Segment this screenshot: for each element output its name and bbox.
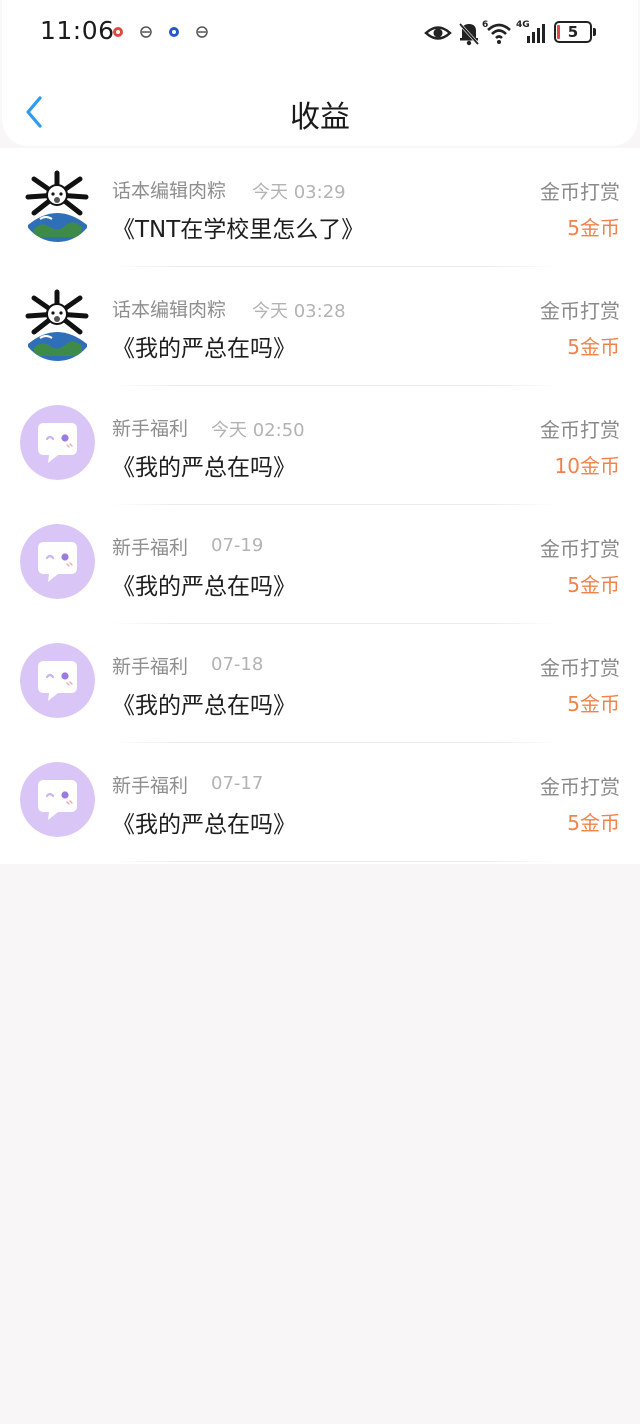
eye-icon <box>424 26 452 40</box>
earning-type: 金币打赏 <box>540 775 620 799</box>
chat-bubble-avatar <box>20 762 95 837</box>
earning-source: 新手福利 <box>112 775 189 797</box>
earning-row[interactable]: 话本编辑肉粽 今天 03:28 《我的严总在吗》 金币打赏 5金币 <box>0 267 640 386</box>
earning-row[interactable]: 新手福利 07-18 《我的严总在吗》 金币打赏 5金币 <box>0 624 640 743</box>
battery-icon: 5 <box>554 21 592 43</box>
chat-bubble-avatar <box>20 643 95 718</box>
page-title: 收益 <box>290 100 350 135</box>
chat-bubble-avatar <box>20 524 95 599</box>
status-bar: 11:06 6 4G 5 <box>0 0 640 66</box>
signal-icon <box>527 24 545 43</box>
bell-muted-icon <box>458 22 480 46</box>
earning-source: 新手福利 <box>112 656 189 678</box>
earning-time: 07-18 <box>211 654 264 675</box>
earning-row[interactable]: 新手福利 今天 02:50 《我的严总在吗》 金币打赏 10金币 <box>0 386 640 505</box>
earnings-list: 话本编辑肉粽 今天 03:29 《TNT在学校里怎么了》 金币打赏 5金币 话本编辑肉粽今… <box>0 148 640 864</box>
row-divider <box>112 861 556 862</box>
earning-type: 金币打赏 <box>540 299 620 323</box>
editor-avatar <box>20 286 95 361</box>
earning-work-title: 《我的严总在吗》 <box>112 336 296 362</box>
earning-amount: 5金币 <box>567 811 620 835</box>
earning-time: 07-17 <box>211 773 264 794</box>
earning-amount: 5金币 <box>567 216 620 240</box>
earning-work-title: 《我的严总在吗》 <box>112 812 296 838</box>
battery-tip <box>593 28 596 36</box>
earning-row[interactable]: 话本编辑肉粽 今天 03:29 《TNT在学校里怎么了》 金币打赏 5金币 <box>0 148 640 267</box>
app-notification-icon-red <box>113 27 123 37</box>
earning-work-title: 《我的严总在吗》 <box>112 693 296 719</box>
editor-avatar <box>20 167 95 242</box>
earning-time: 今天 03:28 <box>252 301 346 322</box>
earning-source: 新手福利 <box>112 537 189 559</box>
earning-work-title: 《我的严总在吗》 <box>112 455 296 481</box>
earning-time: 今天 03:29 <box>252 182 346 203</box>
earning-type: 金币打赏 <box>540 418 620 442</box>
earning-work-title: 《TNT在学校里怎么了》 <box>112 217 365 243</box>
earning-source: 新手福利 <box>112 418 189 440</box>
app-notification-icon-gray <box>140 26 152 38</box>
earning-amount: 5金币 <box>567 692 620 716</box>
earning-amount: 10金币 <box>554 454 620 478</box>
earning-work-title: 《我的严总在吗》 <box>112 574 296 600</box>
earning-source: 话本编辑肉粽 <box>112 299 227 321</box>
earning-amount: 5金币 <box>567 335 620 359</box>
earning-time: 今天 02:50 <box>211 420 305 441</box>
wifi-icon <box>487 23 511 44</box>
earning-row[interactable]: 新手福利 07-17 《我的严总在吗》 金币打赏 5金币 <box>0 743 640 862</box>
earning-amount: 5金币 <box>567 573 620 597</box>
app-notification-icon-gray <box>196 26 208 38</box>
earning-type: 金币打赏 <box>540 656 620 680</box>
earning-time: 07-19 <box>211 535 264 556</box>
earning-type: 金币打赏 <box>540 537 620 561</box>
app-notification-icon-blue <box>169 27 179 37</box>
status-time: 11:06 <box>40 16 115 45</box>
earning-source: 话本编辑肉粽 <box>112 180 227 202</box>
chat-bubble-avatar <box>20 405 95 480</box>
earning-row[interactable]: 新手福利 07-19 《我的严总在吗》 金币打赏 5金币 <box>0 505 640 624</box>
earning-type: 金币打赏 <box>540 180 620 204</box>
